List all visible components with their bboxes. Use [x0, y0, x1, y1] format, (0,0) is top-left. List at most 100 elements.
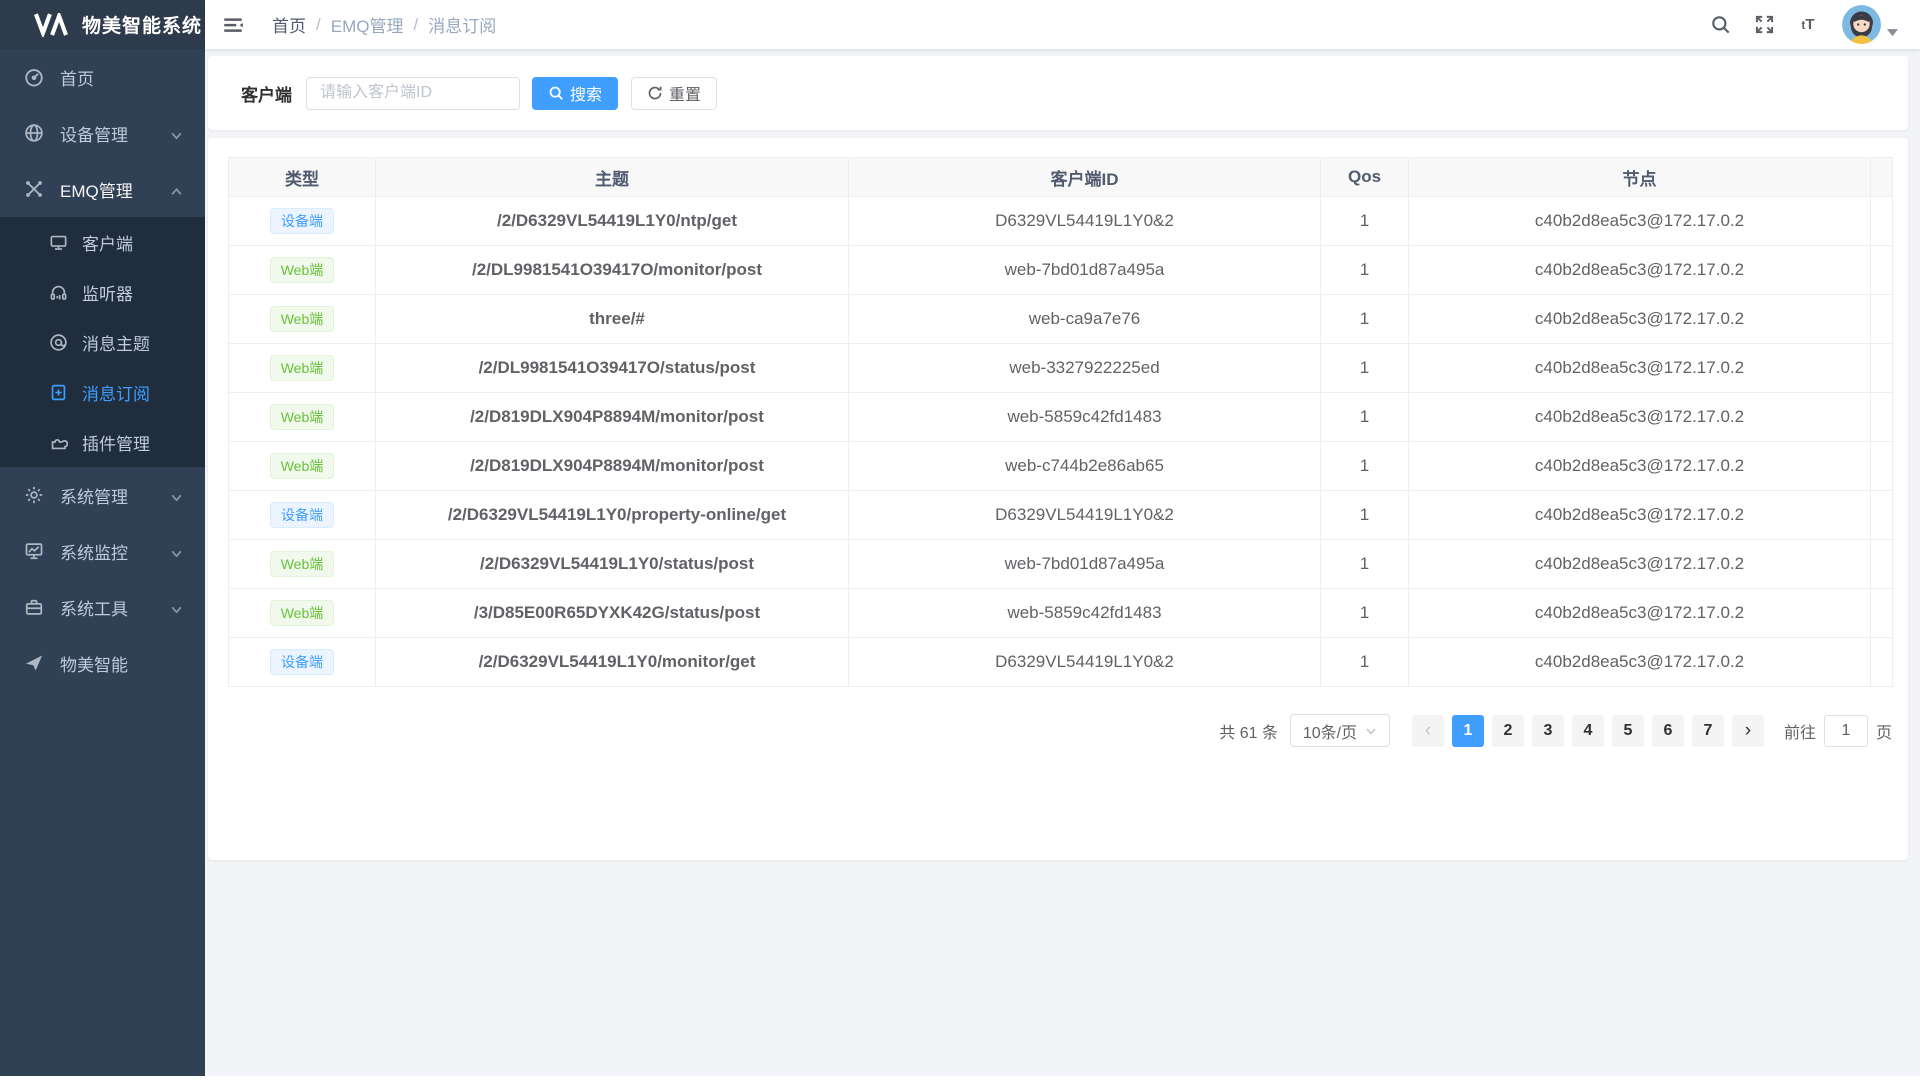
page-content: 客户端 搜索 重置 类型 主题: [205, 49, 1920, 868]
app-root: 物美智能系统 首页 设备管理: [0, 0, 1920, 1076]
page-button-4[interactable]: 4: [1572, 715, 1604, 747]
refresh-icon: [647, 85, 663, 101]
sidebar-item-system-monitor[interactable]: 系统监控: [0, 523, 205, 579]
chevron-down-icon: [170, 127, 183, 147]
page-jumper: 前往 页: [1784, 715, 1892, 747]
node-cell: c40b2d8ea5c3@172.17.0.2: [1409, 589, 1871, 638]
type-tag: Web端: [270, 306, 335, 332]
breadcrumb-home[interactable]: 首页: [272, 12, 306, 37]
jumper-prefix: 前往: [1784, 719, 1816, 743]
type-tag: 设备端: [270, 502, 334, 528]
client-cell: web-5859c42fd1483: [849, 393, 1321, 442]
top-navbar: 首页 / EMQ管理 / 消息订阅 tT: [205, 0, 1920, 49]
next-page-button[interactable]: ›: [1732, 715, 1764, 747]
qos-cell: 1: [1321, 393, 1409, 442]
sidebar-item-message-topic[interactable]: 消息主题: [0, 317, 205, 367]
breadcrumb-separator: /: [413, 15, 418, 35]
breadcrumb-separator: /: [316, 15, 321, 35]
plugin-icon: [49, 433, 68, 452]
client-cell: web-5859c42fd1483: [849, 589, 1321, 638]
client-cell: web-7bd01d87a495a: [849, 540, 1321, 589]
client-cell: D6329VL54419L1Y0&2: [849, 638, 1321, 687]
sidebar-item-listener[interactable]: 监听器: [0, 267, 205, 317]
table-row: 设备端 /2/D6329VL54419L1Y0/ntp/get D6329VL5…: [229, 197, 1893, 246]
page-button-1[interactable]: 1: [1452, 715, 1484, 747]
search-icon: [548, 85, 564, 101]
pagination: 共 61 条 10条/页 ‹ 1 2 3 4 5 6 7 › 前往: [228, 714, 1892, 747]
hamburger-icon[interactable]: [222, 13, 246, 37]
sidebar-item-device-mgmt[interactable]: 设备管理: [0, 105, 205, 161]
sidebar-item-system-mgmt[interactable]: 系统管理: [0, 467, 205, 523]
topic-cell: /3/D85E00R65DYXK42G/status/post: [376, 589, 849, 638]
sidebar-item-plugin-mgmt[interactable]: 插件管理: [0, 417, 205, 467]
chevron-up-icon: [170, 183, 183, 203]
search-button[interactable]: 搜索: [532, 77, 618, 110]
client-cell: web-3327922225ed: [849, 344, 1321, 393]
dashboard-icon: [24, 67, 44, 87]
node-cell: c40b2d8ea5c3@172.17.0.2: [1409, 442, 1871, 491]
search-icon[interactable]: [1708, 13, 1732, 37]
table-row: Web端 /2/D6329VL54419L1Y0/status/post web…: [229, 540, 1893, 589]
type-tag: Web端: [270, 404, 335, 430]
client-cell: web-c744b2e86ab65: [849, 442, 1321, 491]
type-tag: 设备端: [270, 208, 334, 234]
sidebar-item-label: 客户端: [82, 230, 133, 255]
topic-cell: three/#: [376, 295, 849, 344]
paper-plane-icon: [24, 653, 44, 673]
sidebar-item-message-subscribe[interactable]: 消息订阅: [0, 367, 205, 417]
qos-cell: 1: [1321, 638, 1409, 687]
client-cell: web-ca9a7e76: [849, 295, 1321, 344]
app-title: 物美智能系统: [82, 11, 202, 38]
node-cell: c40b2d8ea5c3@172.17.0.2: [1409, 540, 1871, 589]
table-row: Web端 three/# web-ca9a7e76 1 c40b2d8ea5c3…: [229, 295, 1893, 344]
page-button-3[interactable]: 3: [1532, 715, 1564, 747]
page-jump-input[interactable]: [1824, 715, 1868, 747]
table-row: Web端 /2/DL9981541O39417O/monitor/post we…: [229, 246, 1893, 295]
sidebar-item-home[interactable]: 首页: [0, 49, 205, 105]
qos-cell: 1: [1321, 295, 1409, 344]
sidebar-item-label: 设备管理: [60, 121, 128, 146]
page-size-select[interactable]: 10条/页: [1290, 714, 1390, 747]
sidebar-menu: 首页 设备管理 EMQ管理: [0, 49, 205, 691]
sidebar-item-client[interactable]: 客户端: [0, 217, 205, 267]
breadcrumb: 首页 / EMQ管理 / 消息订阅: [272, 12, 496, 37]
reset-button[interactable]: 重置: [631, 77, 717, 110]
subscription-table: 类型 主题 客户端ID Qos 节点 设备端 /2/D6329VL54419L1…: [228, 157, 1893, 687]
sidebar-item-label: 系统工具: [60, 595, 128, 620]
sidebar-item-emq-mgmt[interactable]: EMQ管理: [0, 161, 205, 217]
font-size-icon[interactable]: tT: [1796, 13, 1820, 37]
page-button-6[interactable]: 6: [1652, 715, 1684, 747]
node-cell: c40b2d8ea5c3@172.17.0.2: [1409, 246, 1871, 295]
qos-cell: 1: [1321, 344, 1409, 393]
sidebar-item-label: 消息主题: [82, 330, 150, 355]
col-header-type: 类型: [229, 158, 376, 197]
sidebar: 物美智能系统 首页 设备管理: [0, 0, 205, 1076]
type-tag: Web端: [270, 257, 335, 283]
navbar-actions: tT: [1688, 5, 1898, 44]
breadcrumb-emq[interactable]: EMQ管理: [331, 12, 404, 37]
sidebar-item-system-tools[interactable]: 系统工具: [0, 579, 205, 635]
sidebar-item-label: 首页: [60, 65, 94, 90]
page-button-7[interactable]: 7: [1692, 715, 1724, 747]
prev-page-button[interactable]: ‹: [1412, 715, 1444, 747]
app-logo[interactable]: 物美智能系统: [0, 0, 205, 49]
qos-cell: 1: [1321, 197, 1409, 246]
sidebar-item-wumei-smart[interactable]: 物美智能: [0, 635, 205, 691]
user-avatar[interactable]: [1842, 5, 1898, 44]
client-id-input[interactable]: [306, 77, 520, 110]
type-tag: Web端: [270, 453, 335, 479]
sidebar-item-label: EMQ管理: [60, 177, 133, 202]
main-area: 首页 / EMQ管理 / 消息订阅 tT: [205, 0, 1920, 1076]
monitor-chart-icon: [24, 541, 44, 561]
client-field-label: 客户端: [241, 81, 292, 106]
subscription-table-panel: 类型 主题 客户端ID Qos 节点 设备端 /2/D6329VL54419L1…: [208, 138, 1908, 860]
page-button-5[interactable]: 5: [1612, 715, 1644, 747]
qos-cell: 1: [1321, 540, 1409, 589]
page-button-2[interactable]: 2: [1492, 715, 1524, 747]
fullscreen-icon[interactable]: [1752, 13, 1776, 37]
sidebar-item-label: 系统管理: [60, 483, 128, 508]
topic-cell: /2/D6329VL54419L1Y0/property-online/get: [376, 491, 849, 540]
type-tag: Web端: [270, 551, 335, 577]
qos-cell: 1: [1321, 246, 1409, 295]
qos-cell: 1: [1321, 442, 1409, 491]
